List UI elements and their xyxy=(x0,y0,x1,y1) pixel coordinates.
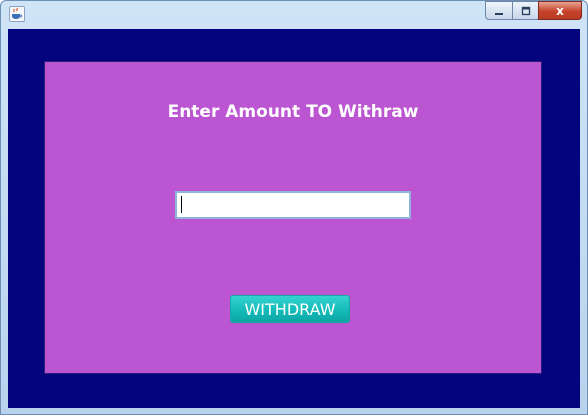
withdraw-button[interactable]: WITHDRAW xyxy=(230,295,350,323)
title-bar[interactable]: x xyxy=(1,1,587,28)
page-title: Enter Amount TO Withraw xyxy=(167,102,419,122)
java-coffee-cup-icon[interactable] xyxy=(9,6,25,22)
close-icon: x xyxy=(556,3,564,18)
maximize-button[interactable] xyxy=(512,1,538,20)
window-controls: x xyxy=(485,1,582,21)
maximize-icon xyxy=(521,6,530,15)
text-caret xyxy=(181,196,182,213)
amount-input[interactable] xyxy=(175,191,411,219)
withdraw-panel: Enter Amount TO Withraw WITHDRAW xyxy=(45,62,541,373)
close-button[interactable]: x xyxy=(538,1,582,20)
minimize-button[interactable] xyxy=(485,1,512,20)
app-window: x Enter Amount TO Withraw WITHDRAW xyxy=(0,0,588,415)
minimize-icon xyxy=(495,12,503,15)
content-area: Enter Amount TO Withraw WITHDRAW xyxy=(8,29,580,408)
